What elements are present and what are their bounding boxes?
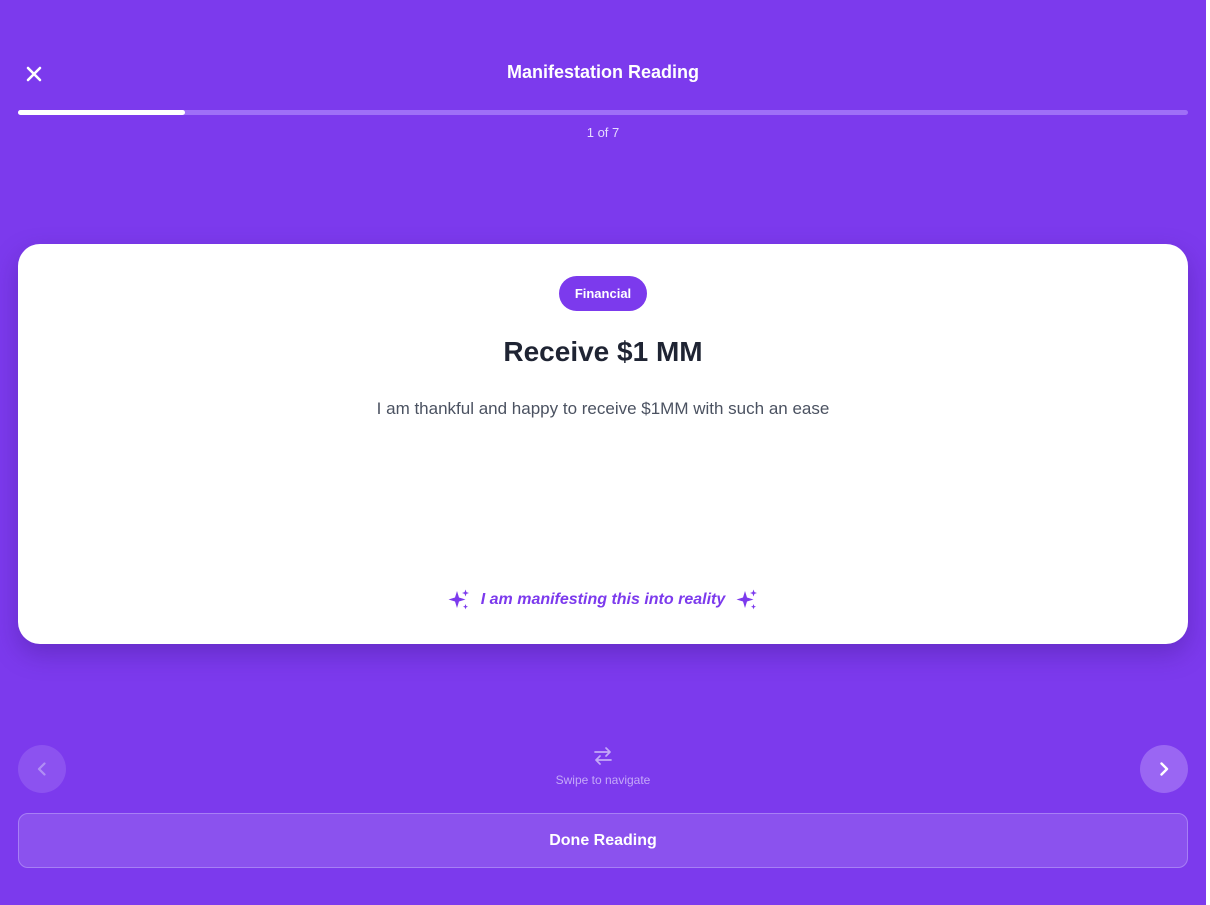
swipe-hint: Swipe to navigate — [0, 745, 1206, 787]
done-reading-button[interactable]: Done Reading — [18, 813, 1188, 868]
page-title: Manifestation Reading — [506, 62, 699, 82]
affirmation-text: I am manifesting this into reality — [480, 591, 726, 608]
sparkles-icon — [736, 589, 758, 610]
next-button[interactable] — [1140, 745, 1188, 793]
card-description: I am thankful and happy to receive $1MM … — [376, 399, 830, 418]
card-title: Receive $1 MM — [503, 336, 703, 367]
progress-counter: 1 of 7 — [586, 125, 620, 140]
sparkles-icon — [448, 589, 469, 610]
affirmation: I am manifesting this into reality — [18, 588, 1188, 612]
chevron-right-icon — [1160, 762, 1169, 776]
progress-bar — [18, 110, 1188, 115]
swap-arrows-icon — [594, 747, 612, 765]
category-badge: Financial — [559, 276, 647, 311]
reading-card[interactable]: Financial Receive $1 MM I am thankful an… — [18, 244, 1188, 644]
swipe-hint-text: Swipe to navigate — [555, 773, 651, 787]
window-edge — [1206, 0, 1210, 905]
progress-fill — [18, 110, 186, 115]
